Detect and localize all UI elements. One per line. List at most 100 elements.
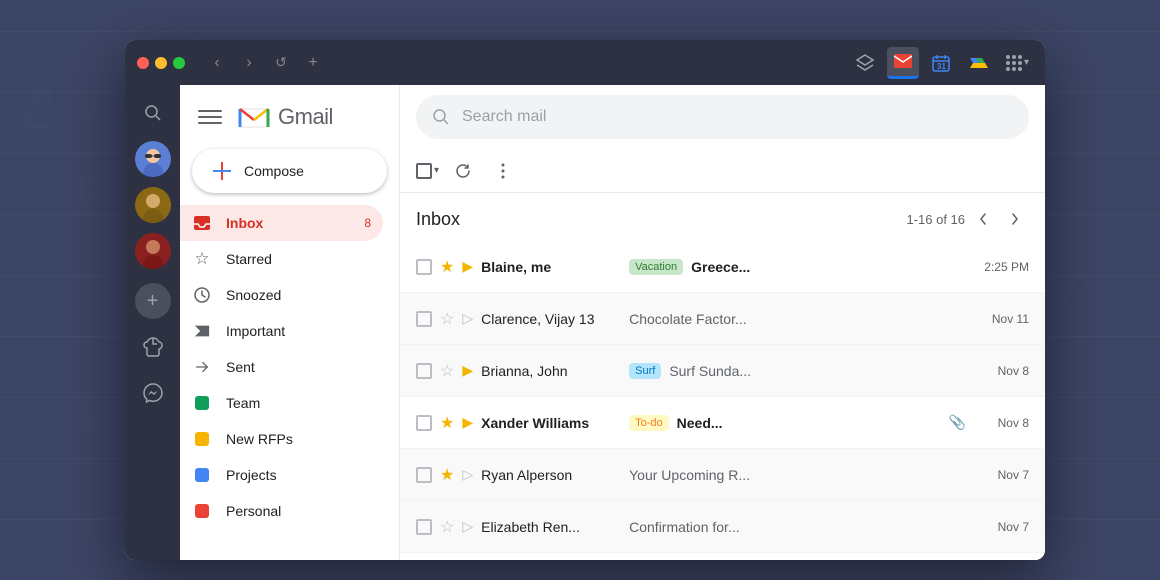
- refresh-emails-button[interactable]: [447, 155, 479, 187]
- add-account-button[interactable]: +: [135, 283, 171, 319]
- apps-icon: [1005, 54, 1023, 72]
- personal-label-icon: [192, 504, 212, 518]
- forward-icon: ›: [246, 54, 251, 72]
- evernote-button[interactable]: [135, 329, 171, 365]
- refresh-button[interactable]: ↺: [267, 49, 295, 77]
- email-checkbox-5[interactable]: [416, 467, 432, 483]
- attachment-icon-4: 📎: [949, 414, 966, 431]
- gmail-window: ‹ › ↺ +: [125, 40, 1045, 560]
- email-date-6: Nov 7: [974, 520, 1029, 534]
- avatar-2[interactable]: [135, 187, 171, 223]
- sidebar-item-new-rfps[interactable]: New RFPs: [180, 421, 383, 457]
- star-3[interactable]: ☆: [440, 361, 454, 381]
- email-date-3: Nov 8: [974, 364, 1029, 378]
- sidebar-search-button[interactable]: [135, 95, 171, 131]
- sidebar-item-important[interactable]: Important: [180, 313, 383, 349]
- inbox-title: Inbox: [416, 209, 460, 230]
- select-all-wrap[interactable]: ▾: [416, 163, 439, 179]
- svg-text:◁: ◁: [30, 255, 69, 311]
- star-icon-glyph: ☆: [194, 249, 209, 269]
- next-page-icon: [1010, 212, 1020, 226]
- search-input-wrap[interactable]: [416, 95, 1029, 139]
- back-icon: ‹: [214, 54, 219, 72]
- layers-button[interactable]: [849, 47, 881, 79]
- email-row[interactable]: ☆ ▷ Clarence, Vijay 13 Chocolate Factor.…: [400, 293, 1045, 345]
- back-button[interactable]: ‹: [203, 49, 231, 77]
- calendar-button[interactable]: 31: [925, 47, 957, 79]
- sidebar-item-sent[interactable]: Sent: [180, 349, 383, 385]
- team-label: Team: [226, 395, 371, 411]
- email-row[interactable]: ★ ▶ Xander Williams To-do Need... 📎 Nov …: [400, 397, 1045, 449]
- email-date-2: Nov 11: [974, 312, 1029, 326]
- email-checkbox-4[interactable]: [416, 415, 432, 431]
- email-row[interactable]: ☆ ▷ Elizabeth Ren... Confirmation for...…: [400, 501, 1045, 553]
- evernote-icon-svg: [143, 336, 163, 358]
- next-page-button[interactable]: [1001, 205, 1029, 233]
- email-checkbox-2[interactable]: [416, 311, 432, 327]
- apps-button[interactable]: ▾: [1001, 47, 1033, 79]
- toolbar: ▾: [400, 149, 1045, 193]
- team-color-dot: [195, 396, 209, 410]
- inbox-header: Inbox 1-16 of 16: [400, 193, 1045, 241]
- email-subject-5: Your Upcoming R...: [629, 467, 966, 483]
- gmail-header: Gmail: [180, 85, 399, 149]
- new-rfps-color-dot: [195, 432, 209, 446]
- importance-6: ▷: [462, 518, 473, 535]
- avatar-3[interactable]: [135, 233, 171, 269]
- email-row[interactable]: ★ ▷ Ryan Alperson Your Upcoming R... Nov…: [400, 449, 1045, 501]
- drive-button[interactable]: [963, 47, 995, 79]
- hamburger-line-1: [198, 110, 222, 112]
- sidebar-item-inbox[interactable]: Inbox 8: [180, 205, 383, 241]
- team-label-icon: [192, 396, 212, 410]
- select-all-checkbox[interactable]: [416, 163, 432, 179]
- email-subject-1: Greece...: [691, 259, 966, 275]
- inbox-icon: [192, 215, 212, 231]
- projects-label: Projects: [226, 467, 371, 483]
- email-row[interactable]: ☆ ▶ Brianna, John Surf Surf Sunda... Nov…: [400, 345, 1045, 397]
- star-5[interactable]: ★: [440, 465, 454, 485]
- compose-plus-icon: [210, 159, 234, 183]
- inbox-label: Inbox: [226, 215, 350, 231]
- avatar-1[interactable]: [135, 141, 171, 177]
- email-list: Inbox 1-16 of 16: [400, 193, 1045, 560]
- minimize-button[interactable]: [155, 57, 167, 69]
- email-sender-2: Clarence, Vijay 13: [481, 311, 621, 327]
- select-all-dropdown[interactable]: ▾: [434, 165, 439, 176]
- inbox-badge: 8: [364, 216, 371, 230]
- search-input[interactable]: [462, 108, 1013, 126]
- apps-dropdown-icon: ▾: [1024, 57, 1029, 68]
- hamburger-menu[interactable]: [196, 103, 224, 131]
- sidebar-item-personal[interactable]: Personal: [180, 493, 383, 529]
- starred-icon: ☆: [192, 249, 212, 269]
- email-checkbox-1[interactable]: [416, 259, 432, 275]
- gmail-tab-button[interactable]: [887, 47, 919, 79]
- forward-button[interactable]: ›: [235, 49, 263, 77]
- sidebar-item-snoozed[interactable]: Snoozed: [180, 277, 383, 313]
- gmail-m-logo: [236, 103, 272, 131]
- prev-page-button[interactable]: [969, 205, 997, 233]
- search-bar: [400, 85, 1045, 149]
- close-button[interactable]: [137, 57, 149, 69]
- star-4[interactable]: ★: [440, 413, 454, 433]
- email-row[interactable]: ★ ▶ Blaine, me Vacation Greece... 2:25 P…: [400, 241, 1045, 293]
- new-tab-button[interactable]: +: [299, 49, 327, 77]
- snoozed-icon: [192, 287, 212, 303]
- personal-label: Personal: [226, 503, 371, 519]
- star-2[interactable]: ☆: [440, 309, 454, 329]
- star-1[interactable]: ★: [440, 257, 454, 277]
- messenger-button[interactable]: [135, 375, 171, 411]
- email-checkbox-6[interactable]: [416, 519, 432, 535]
- email-row[interactable]: ☆ ▶ Jack FW: Have you ev... Nov 7: [400, 553, 1045, 560]
- gmail-logo-text: Gmail: [278, 104, 333, 130]
- maximize-button[interactable]: [173, 57, 185, 69]
- star-6[interactable]: ☆: [440, 517, 454, 537]
- sidebar-item-projects[interactable]: Projects: [180, 457, 383, 493]
- hamburger-line-2: [198, 116, 222, 118]
- email-checkbox-3[interactable]: [416, 363, 432, 379]
- avatar-2-svg: [135, 187, 171, 223]
- sidebar-item-starred[interactable]: ☆ Starred: [180, 241, 383, 277]
- compose-button[interactable]: Compose: [192, 149, 387, 193]
- email-tag-3: Surf: [629, 363, 661, 379]
- more-options-button[interactable]: [487, 155, 519, 187]
- sidebar-item-team[interactable]: Team: [180, 385, 383, 421]
